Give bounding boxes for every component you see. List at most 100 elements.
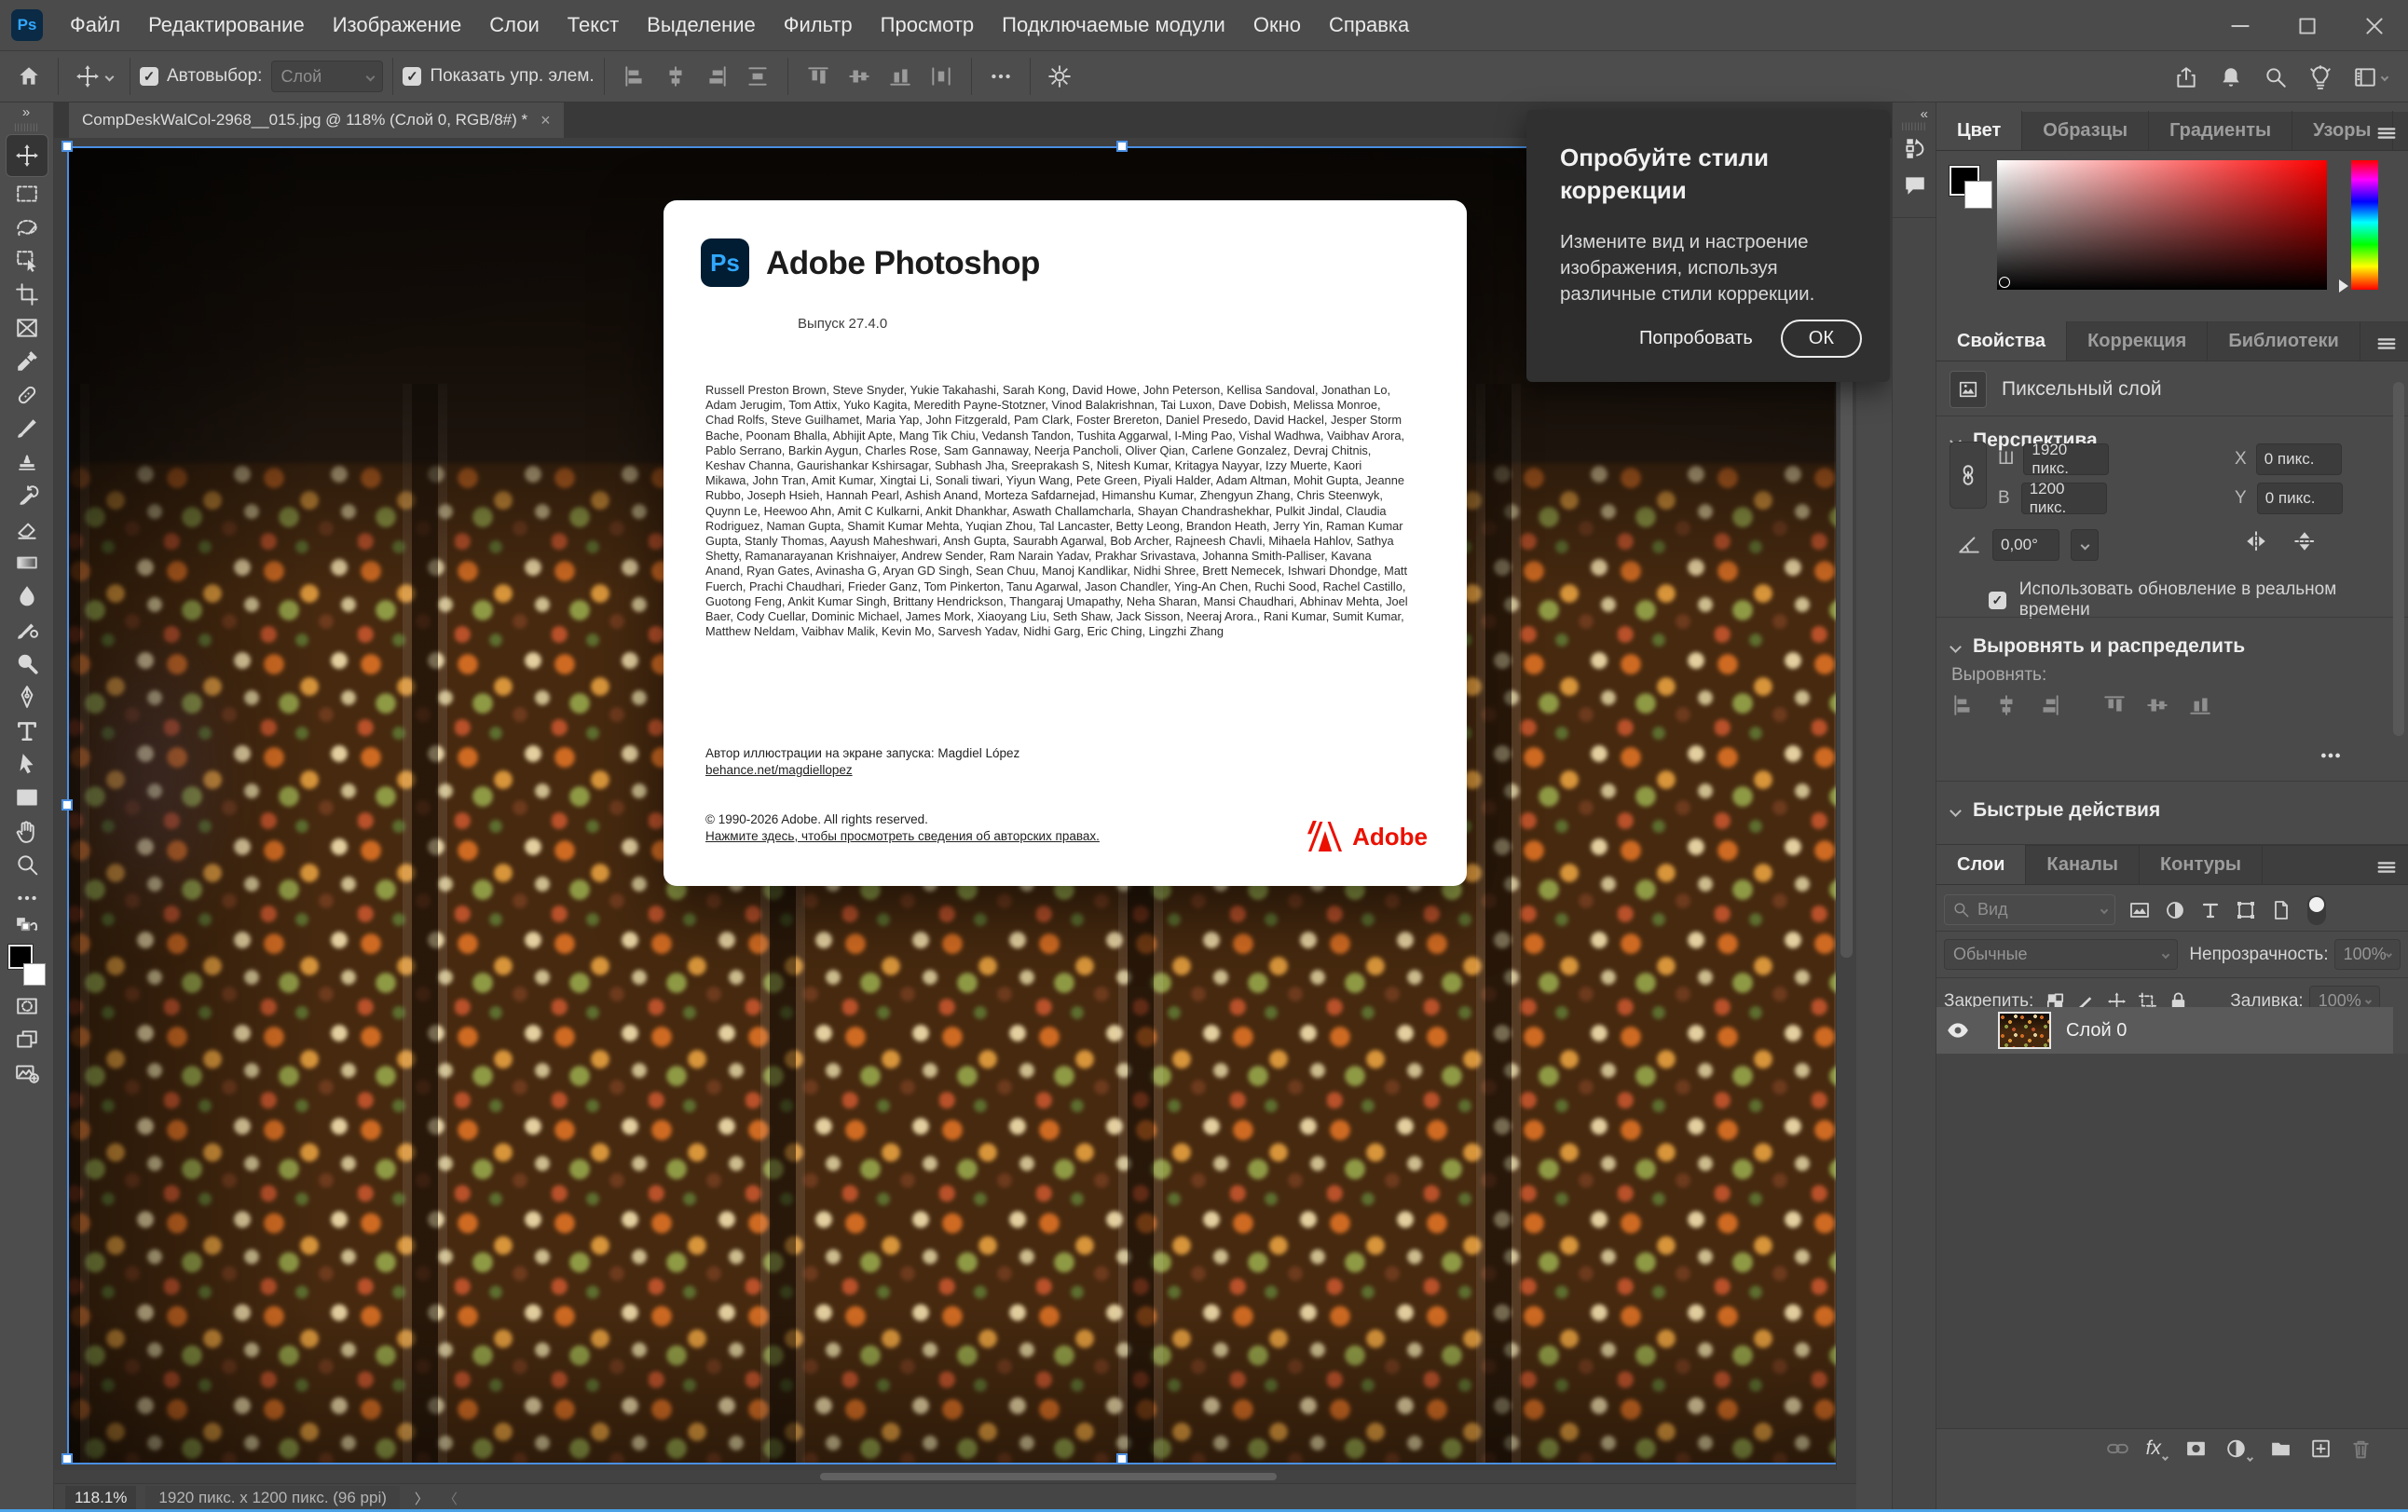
align-left-edges-icon[interactable] [1951,693,1976,717]
tab-color[interactable]: Цвет [1936,111,2022,150]
notifications-bell-icon[interactable] [2211,65,2251,89]
flip-vertical-icon[interactable] [2292,529,2317,553]
more-options-icon[interactable] [981,64,1020,89]
document-tab-close-icon[interactable]: × [540,111,551,130]
foreground-background-swatches[interactable] [7,945,48,986]
layer-row[interactable]: Слой 0 [1936,1007,2393,1054]
dodge-tool[interactable] [7,647,48,679]
screen-mode-icon[interactable] [7,1024,48,1056]
menu-type[interactable]: Текст [554,0,633,51]
home-icon[interactable] [9,64,48,89]
menu-edit[interactable]: Редактирование [134,0,319,51]
new-group-folder-icon[interactable] [2269,1437,2292,1461]
maximize-button[interactable] [2274,0,2341,51]
angle-field[interactable]: 0,00° [1992,529,2059,561]
frame-tool[interactable] [7,312,48,344]
layer-effects-fx-icon[interactable]: fx [2146,1437,2168,1460]
rectangle-tool[interactable] [7,782,48,813]
move-tool-preset-icon[interactable] [68,64,120,89]
toolbar-grip[interactable]: |||||||| [14,123,39,134]
toolbar-expand-icon[interactable]: » [22,102,31,123]
tab-adjustments[interactable]: Коррекция [2067,321,2208,361]
filter-type-layers-icon[interactable] [2199,898,2222,922]
path-selection-tool[interactable] [7,748,48,780]
tab-gradients[interactable]: Градиенты [2149,111,2292,150]
delete-layer-trash-icon[interactable] [2349,1437,2373,1461]
share-icon[interactable] [2167,65,2206,89]
healing-brush-tool[interactable] [7,379,48,411]
history-panel-icon[interactable] [1893,129,1937,167]
angle-dropdown-icon[interactable] [2071,529,2099,561]
dock-collapse-icon[interactable]: « [1893,102,1936,122]
layer-name[interactable]: Слой 0 [2066,1020,2127,1042]
copyright-details-link[interactable]: Нажмите здесь, чтобы просмотреть сведени… [705,829,1100,843]
workspace-switcher-icon[interactable] [2346,65,2395,89]
y-field[interactable]: 0 пикс. [2257,483,2343,514]
align-v-centers-icon[interactable] [2145,693,2169,717]
color-background-swatch[interactable] [1964,181,1992,209]
clone-stamp-tool[interactable] [7,446,48,478]
align-right-icon[interactable] [696,64,737,89]
pen-tool[interactable] [7,681,48,713]
layer-filter-toggle[interactable] [2307,895,2326,925]
new-layer-icon[interactable] [2309,1437,2333,1461]
transform-handle-top-left[interactable] [62,141,73,152]
filter-shape-layers-icon[interactable] [2235,898,2257,922]
status-chevron-icon[interactable]: 〉 [415,1489,429,1508]
properties-menu-icon[interactable] [2376,334,2397,354]
height-field[interactable]: 1200 пикс. [2021,483,2107,514]
horizontal-scrollbar-thumb[interactable] [820,1473,1277,1480]
align-more-options-icon[interactable] [2319,743,2343,768]
align-left-icon[interactable] [614,64,655,89]
ok-button[interactable]: ОК [1781,320,1862,358]
gradient-tool[interactable] [7,547,48,579]
width-field[interactable]: 1920 пикс. [2023,443,2109,475]
link-layers-icon[interactable] [2106,1437,2129,1461]
move-tool[interactable] [7,135,48,176]
layers-empty-area[interactable] [1936,1054,2408,1428]
lasso-tool[interactable] [7,211,48,243]
workspace-settings-gear-icon[interactable] [1040,64,1079,89]
dock-grip[interactable]: |||||||| [1893,122,1936,129]
menu-file[interactable]: Файл [56,0,134,51]
layer-filter-search[interactable]: Вид [1944,894,2115,925]
blend-mode-dropdown[interactable]: Обычные [1944,939,2178,970]
blur-tool[interactable] [7,580,48,612]
tab-swatches[interactable]: Образцы [2022,111,2149,150]
transform-handle-bottom-left[interactable] [62,1453,73,1464]
transform-handle-left-middle[interactable] [62,799,73,810]
hand-tool[interactable] [7,815,48,847]
show-transform-checkbox[interactable]: ✓ [403,67,421,86]
search-icon[interactable] [2256,65,2295,89]
object-selection-tool[interactable] [7,245,48,277]
filter-smart-objects-icon[interactable] [2270,898,2292,922]
layer-thumbnail[interactable] [1998,1012,2051,1049]
crop-tool[interactable] [7,279,48,310]
marquee-tool[interactable] [7,178,48,210]
add-layer-mask-icon[interactable] [2184,1437,2208,1461]
menu-layers[interactable]: Слои [475,0,554,51]
opacity-dropdown[interactable]: 100% [2334,939,2401,970]
artwork-author-link[interactable]: behance.net/magdiellopez [705,763,853,777]
properties-scrollbar[interactable] [2393,382,2404,736]
new-adjustment-layer-icon[interactable] [2224,1437,2252,1461]
menu-select[interactable]: Выделение [633,0,770,51]
vertical-scrollbar-thumb[interactable] [1840,361,1853,958]
panel-menu-icon[interactable] [2376,123,2397,143]
align-bottom-edges-icon[interactable] [2188,693,2212,717]
document-tab[interactable]: CompDeskWalCol-2968__015.jpg @ 118% (Сло… [69,102,564,138]
tab-libraries[interactable]: Библиотеки [2208,321,2360,361]
brush-tool[interactable] [7,413,48,444]
layers-menu-icon[interactable] [2376,857,2397,878]
menu-image[interactable]: Изображение [319,0,476,51]
mixer-brush-tool[interactable] [7,614,48,646]
tab-layers[interactable]: Слои [1936,845,2026,884]
link-dimensions-icon[interactable] [1950,442,1987,509]
eraser-tool[interactable] [7,513,48,545]
quick-mask-icon[interactable] [7,990,48,1022]
minimize-button[interactable] [2207,0,2274,51]
align-top-edges-icon[interactable] [2102,693,2127,717]
comments-panel-icon[interactable] [1893,167,1937,204]
close-button[interactable] [2341,0,2408,51]
align-section-header[interactable]: Выровнять и распределить [1936,622,2245,663]
